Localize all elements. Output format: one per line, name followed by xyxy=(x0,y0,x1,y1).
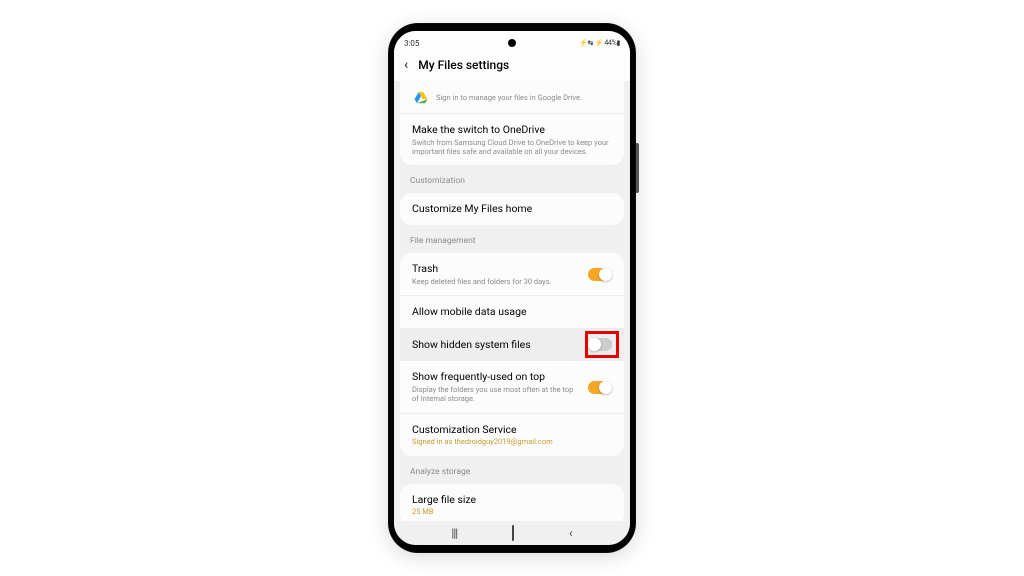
row-subtitle: Sign in to manage your files in Google D… xyxy=(436,93,612,102)
row-subtitle: Switch from Samsung Cloud Drive to OneDr… xyxy=(412,138,612,157)
status-time: 3:05 xyxy=(404,39,419,48)
file-management-card: Trash Keep deleted files and folders for… xyxy=(400,253,624,456)
row-large-file-size[interactable]: Large file size 25 MB xyxy=(400,484,624,523)
row-title: Allow mobile data usage xyxy=(412,305,612,319)
section-analyze-storage: Analyze storage xyxy=(394,461,630,481)
row-frequently-used[interactable]: Show frequently-used on top Display the … xyxy=(400,361,624,413)
frequently-used-toggle[interactable] xyxy=(588,381,612,394)
phone-side-button xyxy=(636,143,639,193)
row-subtitle: 25 MB xyxy=(412,507,612,516)
section-customization: Customization xyxy=(394,170,630,190)
row-title: Customize My Files home xyxy=(412,202,612,216)
row-title: Show frequently-used on top xyxy=(412,370,580,384)
status-indicators: ⚡↹ ⚡ 44%▮ xyxy=(579,39,620,47)
row-google-drive[interactable]: Sign in to manage your files in Google D… xyxy=(400,81,624,114)
nav-back-icon[interactable]: ‹ xyxy=(569,526,573,540)
row-text: Make the switch to OneDrive Switch from … xyxy=(412,123,612,156)
camera-notch xyxy=(508,39,516,47)
header: ‹ My Files settings xyxy=(394,51,630,81)
row-subtitle: Signed in as thedroidguy2019@gmail.com xyxy=(412,437,612,446)
row-trash[interactable]: Trash Keep deleted files and folders for… xyxy=(400,253,624,296)
row-text: Show hidden system files xyxy=(412,338,580,352)
row-title: Customization Service xyxy=(412,423,612,437)
row-customization-service[interactable]: Customization Service Signed in as thedr… xyxy=(400,414,624,456)
page-title: My Files settings xyxy=(418,58,509,72)
row-text: Show frequently-used on top Display the … xyxy=(412,370,580,403)
nav-home-icon[interactable] xyxy=(512,526,514,540)
row-subtitle: Keep deleted files and folders for 30 da… xyxy=(412,277,580,286)
row-title: Show hidden system files xyxy=(412,338,580,352)
row-title: Make the switch to OneDrive xyxy=(412,123,612,137)
trash-toggle[interactable] xyxy=(588,268,612,281)
hidden-files-toggle[interactable] xyxy=(588,338,612,351)
row-text: Trash Keep deleted files and folders for… xyxy=(412,262,580,286)
screen: 3:05 ⚡↹ ⚡ 44%▮ ‹ My Files settings Sign … xyxy=(394,31,630,545)
analyze-storage-card: Large file size 25 MB xyxy=(400,484,624,523)
cloud-card: Sign in to manage your files in Google D… xyxy=(400,81,624,165)
row-customize-home[interactable]: Customize My Files home xyxy=(400,193,624,225)
customization-card: Customize My Files home xyxy=(400,193,624,225)
row-text: Customization Service Signed in as thedr… xyxy=(412,423,612,447)
row-subtitle: Display the folders you use most often a… xyxy=(412,385,580,404)
row-text: Sign in to manage your files in Google D… xyxy=(436,92,612,102)
navigation-bar: ||| ‹ xyxy=(394,521,630,545)
settings-scroll-area[interactable]: Sign in to manage your files in Google D… xyxy=(394,81,630,523)
row-mobile-data[interactable]: Allow mobile data usage xyxy=(400,296,624,329)
nav-recents-icon[interactable]: ||| xyxy=(451,526,457,540)
back-icon[interactable]: ‹ xyxy=(404,57,408,73)
row-title: Large file size xyxy=(412,493,612,507)
row-onedrive[interactable]: Make the switch to OneDrive Switch from … xyxy=(400,114,624,165)
row-hidden-files[interactable]: Show hidden system files xyxy=(400,329,624,362)
row-text: Allow mobile data usage xyxy=(412,305,612,319)
section-file-management: File management xyxy=(394,230,630,250)
phone-frame: 3:05 ⚡↹ ⚡ 44%▮ ‹ My Files settings Sign … xyxy=(388,23,636,553)
row-text: Large file size 25 MB xyxy=(412,493,612,517)
row-text: Customize My Files home xyxy=(412,202,612,216)
row-title: Trash xyxy=(412,262,580,276)
google-drive-icon xyxy=(414,90,428,104)
